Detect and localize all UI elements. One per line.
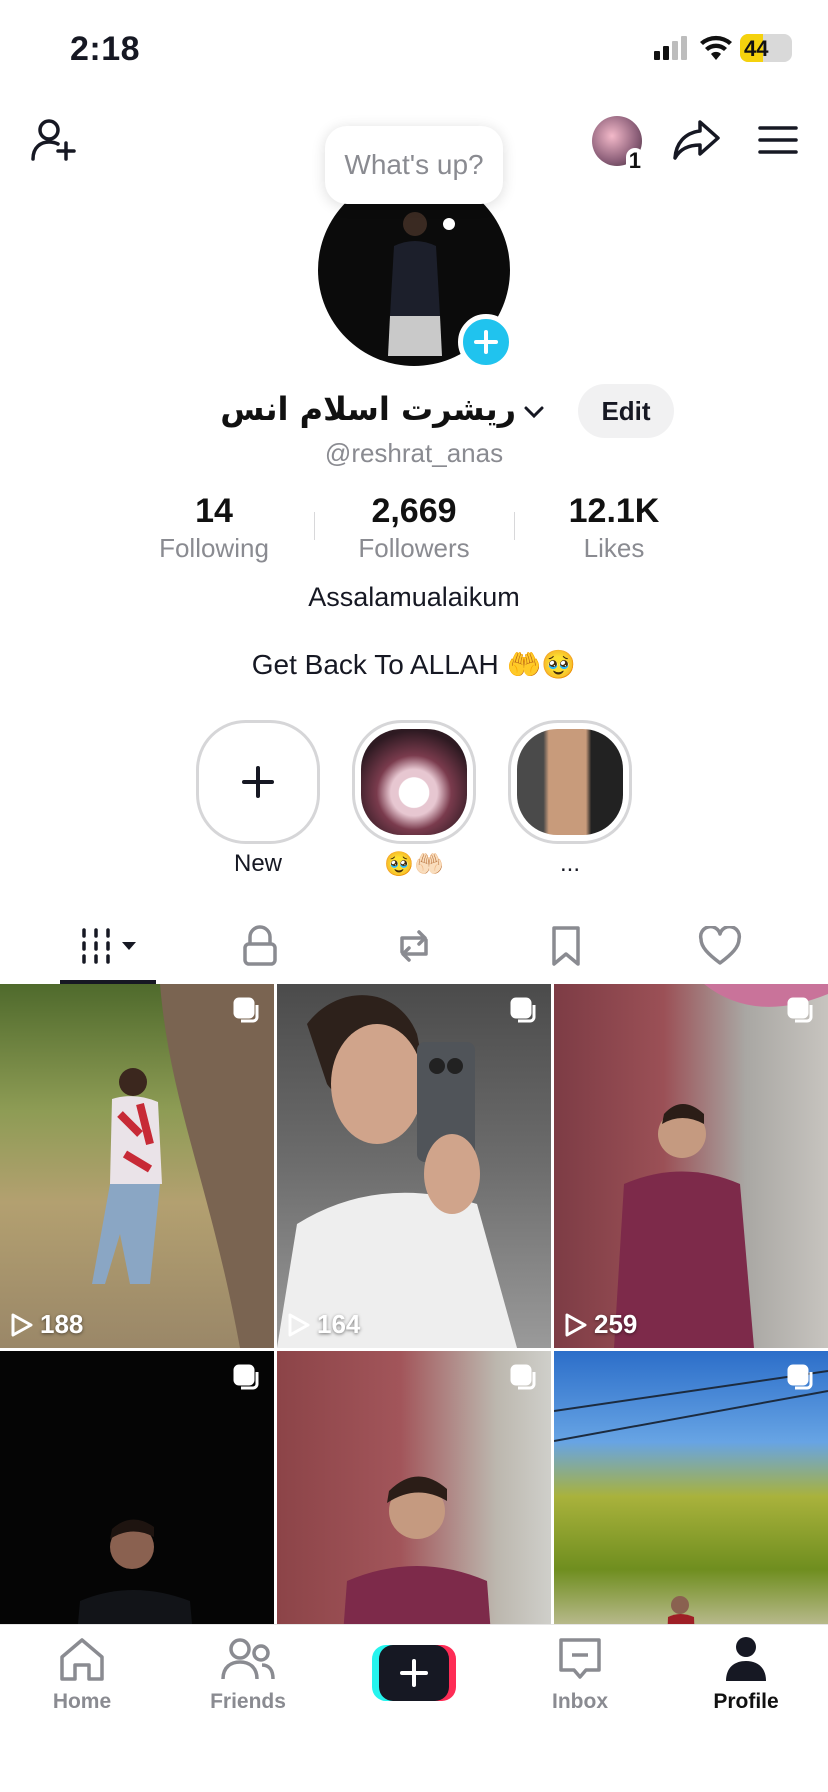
lock-icon bbox=[243, 925, 277, 966]
multi-photo-icon bbox=[787, 1364, 813, 1390]
view-count-value: 188 bbox=[40, 1309, 84, 1339]
tab-videos[interactable] bbox=[76, 918, 144, 974]
highlight-thumbnail bbox=[361, 729, 467, 835]
view-count-value: 164 bbox=[317, 1309, 361, 1339]
video-thumbnail[interactable]: 188 bbox=[0, 984, 274, 1348]
nav-inbox[interactable]: Inbox bbox=[520, 1635, 640, 1714]
view-count: 164 bbox=[287, 1309, 360, 1340]
nav-label: Friends bbox=[210, 1690, 286, 1713]
nav-profile[interactable]: Profile bbox=[686, 1635, 806, 1714]
nav-home[interactable]: Home bbox=[22, 1635, 142, 1714]
bottom-nav: Home Friends Inbox Profile bbox=[0, 1624, 828, 1792]
stat-following[interactable]: 14 Following bbox=[114, 492, 314, 564]
nav-label: Home bbox=[52, 1690, 112, 1713]
multi-photo-icon bbox=[787, 997, 813, 1023]
home-icon bbox=[60, 1638, 104, 1681]
share-button[interactable] bbox=[668, 110, 724, 170]
play-icon bbox=[565, 1313, 587, 1336]
status-bubble-text: What's up? bbox=[344, 149, 484, 180]
cellular-signal-icon bbox=[654, 36, 688, 60]
highlight-new-circle bbox=[196, 720, 320, 844]
multi-photo-icon bbox=[233, 1364, 259, 1390]
profile-icon bbox=[726, 1637, 766, 1681]
share-icon bbox=[673, 120, 720, 160]
play-icon bbox=[11, 1313, 33, 1336]
stat-likes[interactable]: 12.1K Likes bbox=[514, 492, 714, 564]
highlight-label: 🥹🤲🏻 bbox=[384, 851, 444, 878]
highlight-thumbnail bbox=[517, 729, 623, 835]
nav-label: Profile bbox=[713, 1690, 779, 1713]
play-icon bbox=[288, 1313, 310, 1336]
multi-photo-icon bbox=[510, 997, 536, 1023]
status-bar: 2:18 44 bbox=[0, 0, 828, 100]
add-friend-icon bbox=[31, 119, 76, 161]
tab-liked[interactable] bbox=[688, 918, 752, 974]
view-count-value: 259 bbox=[594, 1309, 638, 1339]
story-avatar-button[interactable]: 1 bbox=[588, 112, 646, 174]
multi-photo-icon bbox=[510, 1364, 536, 1390]
status-time: 2:18 bbox=[70, 30, 141, 68]
status-bubble[interactable]: What's up? bbox=[325, 126, 503, 204]
add-friend-button[interactable] bbox=[24, 110, 84, 170]
display-name[interactable]: ريشرت اسلام انس bbox=[220, 390, 516, 428]
nav-friends[interactable]: Friends bbox=[188, 1635, 308, 1714]
stat-label: Likes bbox=[583, 533, 645, 563]
username-handle: @reshrat_anas bbox=[324, 438, 504, 468]
highlight-circle bbox=[508, 720, 632, 844]
menu-icon bbox=[758, 126, 798, 154]
bio-line: Get Back To ALLAH 🤲🥹 bbox=[251, 649, 577, 680]
create-plus-icon bbox=[379, 1645, 449, 1701]
wifi-icon bbox=[698, 34, 734, 62]
battery-percent: 44 bbox=[744, 36, 769, 61]
stat-label: Following bbox=[159, 533, 269, 563]
videos-grid-icon bbox=[82, 928, 136, 964]
notification-count: 1 bbox=[625, 148, 644, 174]
friends-icon bbox=[221, 1638, 275, 1680]
view-count: 259 bbox=[564, 1309, 637, 1340]
highlight-item[interactable]: 🥹🤲🏻 bbox=[352, 720, 476, 879]
highlight-circle bbox=[352, 720, 476, 844]
inbox-icon bbox=[559, 1638, 601, 1679]
create-button[interactable] bbox=[372, 1645, 456, 1701]
chevron-down-icon[interactable] bbox=[520, 398, 548, 426]
video-thumbnail-figure bbox=[614, 984, 828, 1348]
stat-followers[interactable]: 2,669 Followers bbox=[314, 492, 514, 564]
edit-profile-button[interactable]: Edit bbox=[578, 384, 674, 438]
highlight-item[interactable]: ... bbox=[508, 720, 632, 878]
highlight-label: New bbox=[233, 850, 282, 877]
video-thumbnail-figure bbox=[277, 995, 517, 1348]
stat-value: 14 bbox=[195, 492, 233, 530]
stat-label: Followers bbox=[358, 533, 470, 563]
bio-line: Assalamualaikum bbox=[308, 582, 520, 612]
plus-icon bbox=[474, 330, 498, 354]
bookmark-icon bbox=[552, 926, 580, 966]
video-thumbnail[interactable]: 164 bbox=[277, 984, 551, 1348]
name-row: ريشرت اسلام انس bbox=[0, 384, 828, 440]
plus-icon bbox=[242, 766, 274, 798]
status-bubble-tail bbox=[443, 218, 455, 230]
stat-value: 12.1K bbox=[568, 492, 660, 530]
heart-icon bbox=[698, 926, 742, 965]
highlight-new[interactable]: New bbox=[196, 720, 320, 878]
content-tabs bbox=[0, 908, 828, 984]
add-story-button[interactable] bbox=[458, 314, 514, 370]
view-count: 188 bbox=[10, 1309, 83, 1340]
nav-label: Inbox bbox=[552, 1690, 608, 1713]
stat-value: 2,669 bbox=[371, 492, 457, 530]
tab-reposts[interactable] bbox=[382, 918, 446, 974]
tab-private[interactable] bbox=[228, 918, 292, 974]
repost-icon bbox=[400, 930, 428, 962]
video-thumbnail-figure bbox=[92, 984, 274, 1348]
profile-photo-person bbox=[388, 212, 442, 356]
menu-button[interactable] bbox=[750, 110, 806, 170]
video-thumbnail[interactable]: 259 bbox=[554, 984, 828, 1348]
multi-photo-icon bbox=[233, 997, 259, 1023]
battery-charging-icon: 44 bbox=[740, 34, 792, 62]
highlight-label: ... bbox=[559, 850, 580, 877]
tab-favorites[interactable] bbox=[534, 918, 598, 974]
